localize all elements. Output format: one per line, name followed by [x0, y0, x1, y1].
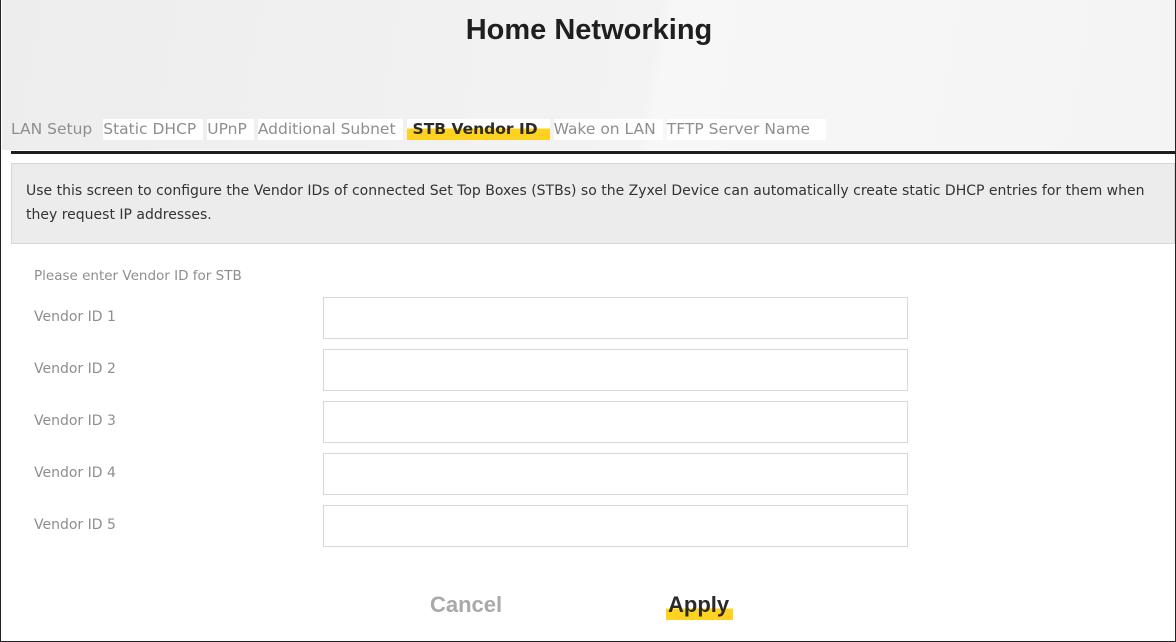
vendor-id-5-label: Vendor ID 5 [34, 517, 116, 533]
apply-button[interactable]: Apply [666, 590, 734, 620]
vendor-id-row: Vendor ID 1 [34, 297, 914, 339]
page-title: Home Networking [465, 14, 713, 46]
info-text: Use this screen to configure the Vendor … [26, 183, 1145, 223]
vendor-id-1-input[interactable] [323, 297, 908, 339]
tab-tftp-server-name[interactable]: TFTP Server Name [666, 119, 827, 140]
vendor-id-3-input[interactable] [323, 401, 908, 443]
info-box: Use this screen to configure the Vendor … [11, 163, 1175, 244]
tab-bar: LAN Setup Static DHCP UPnP Additional Su… [11, 119, 830, 140]
vendor-id-3-label: Vendor ID 3 [34, 413, 116, 429]
tab-divider [11, 151, 1175, 154]
tab-upnp[interactable]: UPnP [207, 119, 254, 140]
vendor-id-row: Vendor ID 2 [34, 349, 914, 391]
vendor-id-2-label: Vendor ID 2 [34, 361, 116, 377]
tab-additional-subnet[interactable]: Additional Subnet [257, 119, 403, 140]
tab-stb-vendor-id[interactable]: STB Vendor ID [406, 119, 550, 140]
main-frame: Home Networking LAN Setup Static DHCP UP… [0, 0, 1176, 642]
vendor-id-row: Vendor ID 3 [34, 401, 914, 443]
cancel-button[interactable]: Cancel [428, 590, 507, 620]
vendor-id-5-input[interactable] [323, 505, 908, 547]
form-heading: Please enter Vendor ID for STB [34, 268, 242, 284]
vendor-id-2-input[interactable] [323, 349, 908, 391]
vendor-id-4-input[interactable] [323, 453, 908, 495]
tab-wake-on-lan[interactable]: Wake on LAN [553, 119, 663, 140]
tab-static-dhcp[interactable]: Static DHCP [103, 119, 204, 140]
vendor-id-row: Vendor ID 4 [34, 453, 914, 495]
vendor-id-1-label: Vendor ID 1 [34, 309, 116, 325]
vendor-id-row: Vendor ID 5 [34, 505, 914, 547]
vendor-id-4-label: Vendor ID 4 [34, 465, 116, 481]
tab-lan-setup[interactable]: LAN Setup [11, 119, 99, 140]
